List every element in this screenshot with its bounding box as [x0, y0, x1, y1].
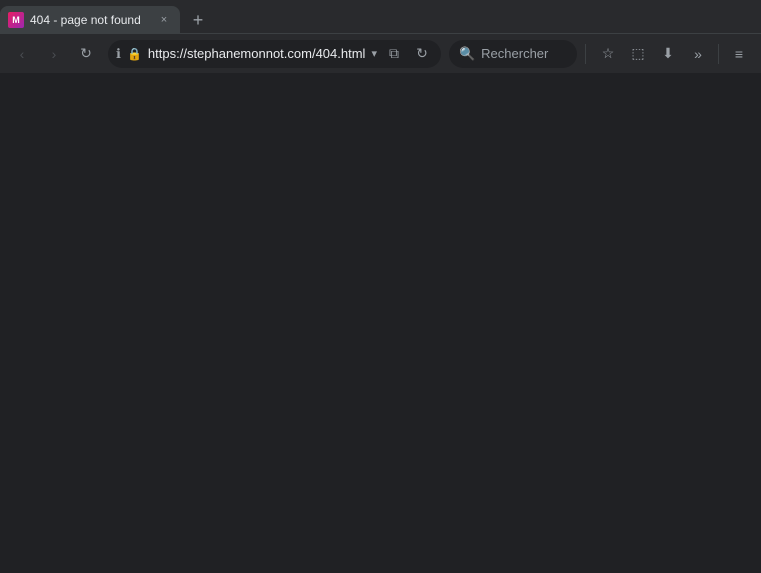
pip-icon: ⧉	[389, 45, 399, 62]
download-button[interactable]: ⬇	[654, 40, 682, 68]
forward-button[interactable]: ›	[40, 40, 68, 68]
extension-button[interactable]: »	[684, 40, 712, 68]
search-bar[interactable]: 🔍 Rechercher	[449, 40, 577, 68]
back-button[interactable]: ‹	[8, 40, 36, 68]
extension-icon: »	[694, 46, 702, 62]
bookmark-icon: ☆	[602, 45, 615, 62]
reload2-button[interactable]: ↻	[411, 43, 433, 65]
tab-close-button[interactable]: ×	[156, 12, 172, 28]
address-text: https://stephanemonnot.com/404.html	[148, 46, 366, 61]
info-icon[interactable]: ℹ	[116, 46, 121, 62]
title-bar: M 404 - page not found × +	[0, 0, 761, 33]
back-icon: ‹	[20, 46, 25, 62]
menu-icon: ≡	[735, 46, 743, 62]
address-dropdown-icon[interactable]: ▾	[371, 47, 377, 60]
reload-icon: ↻	[80, 45, 92, 62]
pip-button[interactable]: ⧉	[383, 43, 405, 65]
reload-button[interactable]: ↻	[72, 40, 100, 68]
search-placeholder-text: Rechercher	[481, 46, 548, 61]
profile-button[interactable]: ⬚	[624, 40, 652, 68]
lock-icon: 🔒	[127, 47, 142, 61]
bookmark-button[interactable]: ☆	[594, 40, 622, 68]
toolbar: ‹ › ↻ ℹ 🔒 https://stephanemonnot.com/404…	[0, 33, 761, 73]
download-icon: ⬇	[662, 45, 674, 62]
address-bar[interactable]: ℹ 🔒 https://stephanemonnot.com/404.html …	[108, 40, 441, 68]
reload2-icon: ↻	[416, 45, 428, 62]
toolbar-icons-right: ☆ ⬚ ⬇ » ≡	[594, 40, 753, 68]
search-icon: 🔍	[459, 46, 475, 62]
forward-icon: ›	[52, 46, 57, 62]
address-domain: stephanemonnot	[187, 46, 284, 61]
profile-icon: ⬚	[631, 45, 644, 62]
page-content	[0, 73, 761, 573]
toolbar-divider-2	[718, 44, 719, 64]
tab-title: 404 - page not found	[30, 13, 150, 27]
address-tld-path: .com/404.html	[284, 46, 366, 61]
tab-favicon: M	[8, 12, 24, 28]
address-protocol: https://	[148, 46, 187, 61]
new-tab-button[interactable]: +	[184, 6, 212, 34]
tab-strip: M 404 - page not found × +	[0, 0, 761, 33]
active-tab[interactable]: M 404 - page not found ×	[0, 6, 180, 33]
menu-button[interactable]: ≡	[725, 40, 753, 68]
toolbar-divider	[585, 44, 586, 64]
